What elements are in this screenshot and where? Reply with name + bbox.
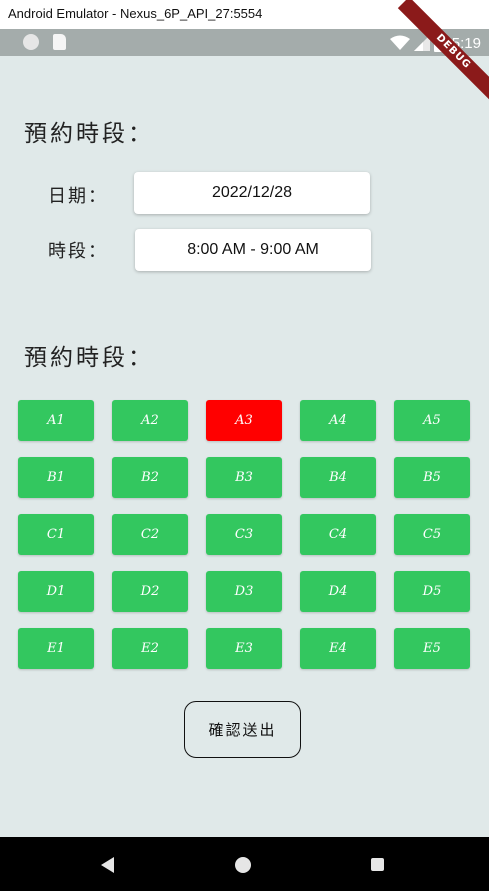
slot-button-b5[interactable]: B5 bbox=[394, 457, 470, 498]
slot-button-e3[interactable]: E3 bbox=[206, 628, 282, 669]
notification-icon bbox=[23, 34, 39, 50]
slot-button-b1[interactable]: B1 bbox=[18, 457, 94, 498]
slot-button-d2[interactable]: D2 bbox=[112, 571, 188, 612]
window-title: Android Emulator - Nexus_6P_API_27:5554 bbox=[8, 6, 263, 21]
confirm-button[interactable]: 確認送出 bbox=[184, 701, 301, 758]
time-label: 時段： bbox=[48, 241, 108, 262]
slot-button-c1[interactable]: C1 bbox=[18, 514, 94, 555]
sd-card-icon bbox=[53, 34, 66, 50]
date-field[interactable]: 2022/12/28 bbox=[134, 172, 370, 214]
status-bar: 5:19 bbox=[0, 29, 489, 56]
slot-button-c4[interactable]: C4 bbox=[300, 514, 376, 555]
slot-button-a3[interactable]: A3 bbox=[206, 400, 282, 441]
back-icon[interactable] bbox=[101, 857, 114, 873]
booking-section-title: 預約時段： bbox=[24, 121, 154, 147]
time-field[interactable]: 8:00 AM - 9:00 AM bbox=[135, 229, 371, 271]
slot-button-b2[interactable]: B2 bbox=[112, 457, 188, 498]
seat-section-title: 預約時段： bbox=[24, 345, 154, 371]
slot-button-d1[interactable]: D1 bbox=[18, 571, 94, 612]
slot-button-e1[interactable]: E1 bbox=[18, 628, 94, 669]
slot-button-a2[interactable]: A2 bbox=[112, 400, 188, 441]
slot-button-c3[interactable]: C3 bbox=[206, 514, 282, 555]
date-label: 日期： bbox=[48, 186, 108, 207]
slot-button-e4[interactable]: E4 bbox=[300, 628, 376, 669]
wifi-icon bbox=[389, 35, 410, 50]
slot-button-c5[interactable]: C5 bbox=[394, 514, 470, 555]
slot-button-a4[interactable]: A4 bbox=[300, 400, 376, 441]
slot-button-a5[interactable]: A5 bbox=[394, 400, 470, 441]
slot-button-e2[interactable]: E2 bbox=[112, 628, 188, 669]
home-icon[interactable] bbox=[235, 857, 251, 873]
navigation-bar bbox=[0, 837, 489, 891]
slot-button-d3[interactable]: D3 bbox=[206, 571, 282, 612]
slot-button-e5[interactable]: E5 bbox=[394, 628, 470, 669]
slot-button-c2[interactable]: C2 bbox=[112, 514, 188, 555]
slot-button-d5[interactable]: D5 bbox=[394, 571, 470, 612]
recents-icon[interactable] bbox=[371, 858, 384, 871]
app-screen: 預約時段： 日期： 2022/12/28 時段： 8:00 AM - 9:00 … bbox=[0, 56, 489, 837]
slot-button-d4[interactable]: D4 bbox=[300, 571, 376, 612]
slot-button-b4[interactable]: B4 bbox=[300, 457, 376, 498]
slot-button-a1[interactable]: A1 bbox=[18, 400, 94, 441]
slot-button-b3[interactable]: B3 bbox=[206, 457, 282, 498]
